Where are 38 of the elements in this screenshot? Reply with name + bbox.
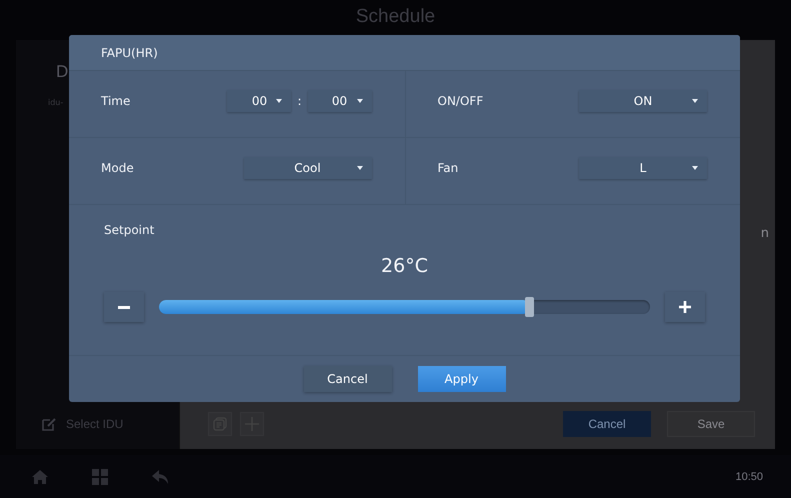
setpoint-value: 26°C: [381, 255, 428, 277]
save-button[interactable]: Save: [667, 411, 755, 437]
add-icon[interactable]: [240, 412, 264, 436]
cancel-button[interactable]: Cancel: [563, 411, 651, 437]
clock-time: 10:50: [735, 470, 763, 482]
copy-icon[interactable]: [208, 412, 232, 436]
minus-icon: [118, 306, 130, 308]
increase-button[interactable]: [665, 292, 705, 322]
plus-icon: [679, 301, 691, 313]
setpoint-label: Setpoint: [104, 223, 156, 237]
caret-icon: [356, 99, 362, 103]
caret-icon: [692, 166, 698, 170]
caret-icon: [356, 166, 362, 170]
field-label: Mode: [101, 161, 134, 175]
field-label: ON/OFF: [438, 94, 484, 108]
dropdown[interactable]: ON: [579, 90, 707, 112]
caret-icon: [276, 99, 282, 103]
dropdown[interactable]: 00: [308, 90, 372, 112]
dialog-title: FAPU(HR): [101, 46, 158, 60]
time-separator: :: [297, 94, 302, 108]
home-icon[interactable]: [32, 470, 48, 484]
apply-button[interactable]: Apply: [418, 366, 506, 392]
edit-icon: [42, 417, 56, 431]
field-label: Time: [101, 94, 130, 108]
page-title: Schedule: [356, 6, 436, 28]
dropdown[interactable]: 00: [227, 90, 292, 112]
slider-thumb[interactable]: [524, 297, 534, 317]
cancel-button[interactable]: Cancel: [304, 366, 392, 392]
decrease-button[interactable]: [104, 292, 144, 322]
dropdown[interactable]: L: [579, 157, 707, 179]
dropdown[interactable]: Cool: [244, 157, 372, 179]
grid-icon[interactable]: [92, 468, 108, 484]
back-icon[interactable]: [152, 470, 168, 484]
caret-icon: [692, 99, 698, 103]
column-header: n: [760, 226, 769, 241]
sidebar-heading: D: [56, 62, 68, 82]
field-label: Fan: [438, 161, 458, 175]
setpoint-slider[interactable]: [159, 300, 650, 314]
